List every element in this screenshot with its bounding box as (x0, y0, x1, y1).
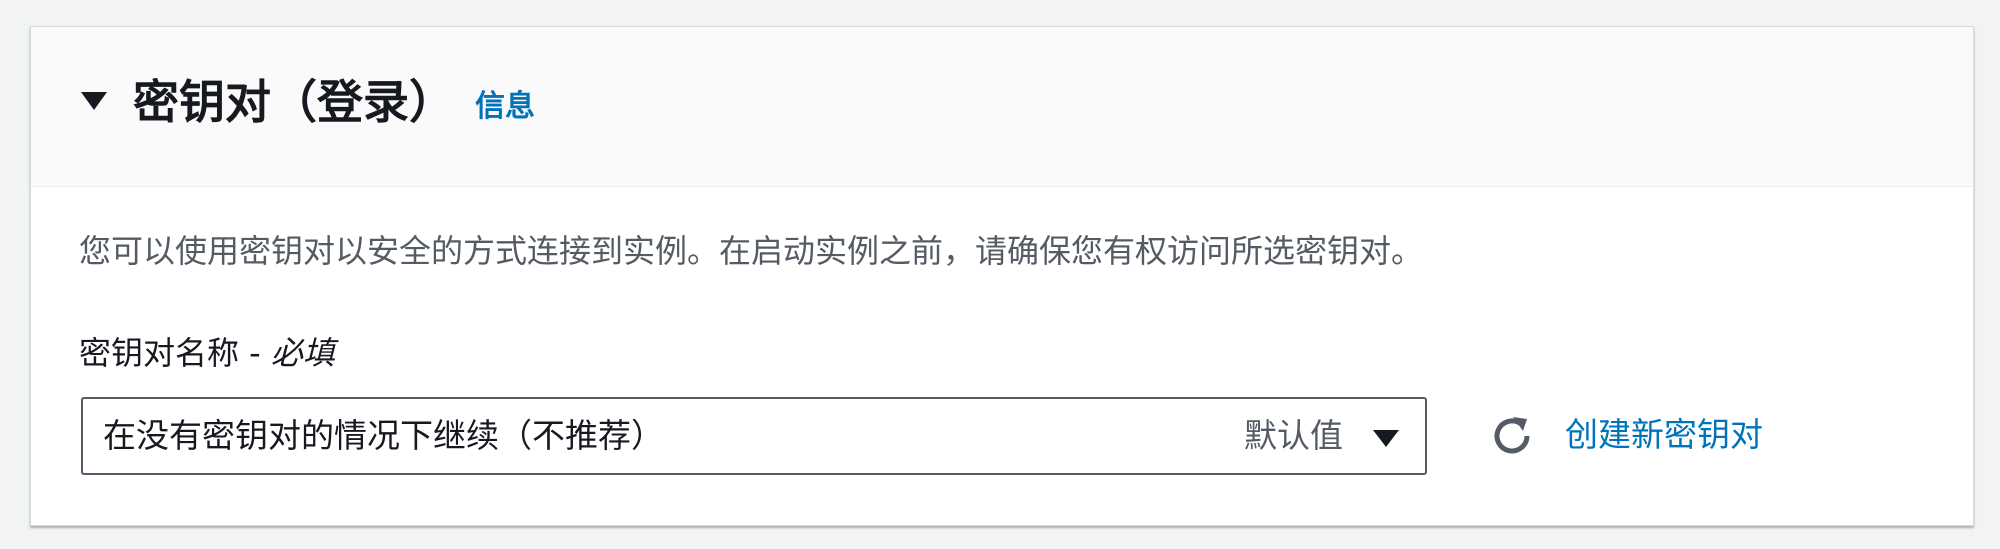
create-new-key-pair-link[interactable]: 创建新密钥对 (1565, 415, 1763, 455)
info-link[interactable]: 信息 (475, 89, 535, 125)
refresh-icon (1494, 417, 1530, 454)
key-pair-name-label: 密钥对名称 - 必填 (79, 333, 335, 375)
caret-down-icon (1373, 430, 1399, 447)
select-value: 在没有密钥对的情况下继续（不推荐） (103, 416, 664, 455)
panel-title[interactable]: 密钥对（登录） (133, 75, 455, 130)
panel-header: 密钥对（登录） 信息 (31, 27, 1973, 187)
select-default-tag: 默认值 (1244, 416, 1343, 455)
key-pair-panel: 密钥对（登录） 信息 您可以使用密钥对以安全的方式连接到实例。在启动实例之前，请… (30, 26, 1974, 526)
field-label-text: 密钥对名称 - (79, 334, 271, 372)
section-description: 您可以使用密钥对以安全的方式连接到实例。在启动实例之前，请确保您有权访问所选密钥… (79, 232, 1424, 270)
required-indicator: 必填 (270, 334, 335, 372)
key-pair-select[interactable]: 在没有密钥对的情况下继续（不推荐） 默认值 (81, 397, 1427, 475)
refresh-button[interactable] (1487, 411, 1537, 461)
caret-down-icon[interactable] (81, 92, 107, 110)
